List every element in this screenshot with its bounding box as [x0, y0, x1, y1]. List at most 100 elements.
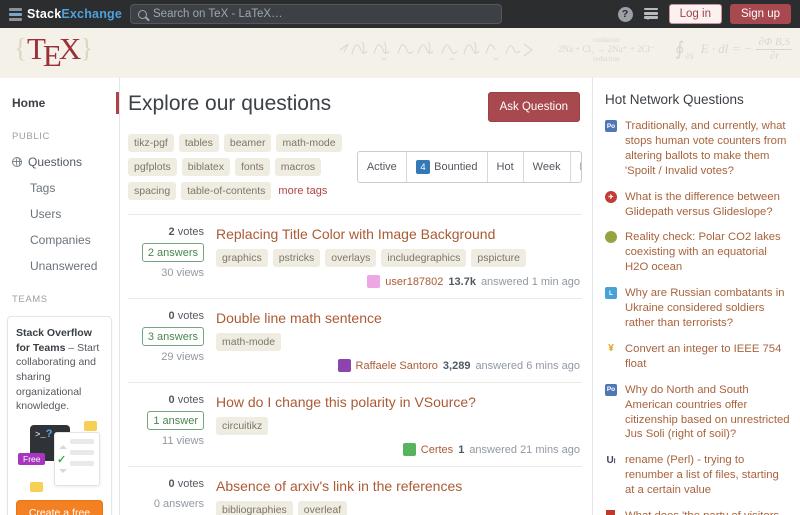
tag-pill[interactable]: tables — [179, 134, 219, 152]
tag-pill[interactable]: beamer — [224, 134, 272, 152]
sidebar-item-companies[interactable]: Companies — [0, 227, 119, 253]
filter-button[interactable]: Week — [523, 152, 570, 182]
tag-pill[interactable]: graphics — [216, 249, 268, 267]
sidebar-item-home[interactable]: Home — [0, 90, 119, 116]
home-label: Home — [12, 96, 45, 110]
public-section-label: PUBLIC — [0, 116, 119, 149]
search-input[interactable] — [153, 8, 494, 20]
question-tags: circuitikz — [216, 417, 582, 435]
filter-label: Hot — [497, 161, 514, 173]
user-avatar[interactable] — [338, 359, 351, 372]
login-button[interactable]: Log in — [669, 4, 722, 24]
question-row: 0 votes 1 answer 11 views How do I chang… — [128, 382, 582, 466]
tag-pill[interactable]: circuitikz — [216, 417, 268, 435]
filter-label: Bountied — [434, 161, 477, 173]
user-reputation: 13.7k — [448, 276, 476, 288]
top-bar: StackExchange ? Log in Sign up — [0, 0, 800, 28]
chat-bubble-icon — [84, 421, 97, 431]
tag-pill[interactable]: includegraphics — [381, 249, 466, 267]
filter-button[interactable]: Month — [570, 152, 582, 182]
user-name-link[interactable]: Certes — [421, 444, 453, 456]
answer-count: 0 answers — [154, 495, 204, 512]
tag-pill[interactable]: math-mode — [276, 134, 341, 152]
sidebar-item-tags[interactable]: Tags — [0, 175, 119, 201]
hot-question-link[interactable]: Convert an integer to IEEE 754 float — [625, 342, 790, 372]
user-avatar[interactable] — [367, 275, 380, 288]
question-title-link[interactable]: Absence of arxiv's link in the reference… — [216, 478, 582, 494]
question-title-link[interactable]: Replacing Title Color with Image Backgro… — [216, 226, 582, 242]
question-summary: Absence of arxiv's link in the reference… — [216, 478, 582, 515]
site-header: { TEX } oxidation — [0, 28, 800, 78]
tag-pill[interactable]: overleaf — [298, 501, 347, 515]
tag-pill[interactable]: macros — [275, 158, 321, 176]
stackexchange-logo-text: StackExchange — [27, 7, 122, 21]
answer-count: 2 answers — [142, 243, 204, 262]
site-icon-wrap: Po — [605, 383, 618, 443]
sidebar-item-unanswered[interactable]: Unanswered — [0, 253, 119, 279]
tag-pill[interactable]: fonts — [235, 158, 270, 176]
hot-question-link[interactable]: Why are Russian combatants in Ukraine co… — [625, 286, 790, 331]
tag-pill[interactable]: bibliographies — [216, 501, 293, 515]
user-reputation: 3,289 — [443, 360, 471, 372]
logo-brace: { — [14, 33, 27, 64]
tag-pill[interactable]: pgfplots — [128, 158, 177, 176]
tag-pill[interactable]: overlays — [325, 249, 376, 267]
tag-pill[interactable]: table-of-contents — [181, 182, 271, 200]
question-user-line: Raffaele Santoro 3,289 answered 6 mins a… — [216, 351, 580, 372]
hot-question-link[interactable]: Reality check: Polar CO2 lakes coexistin… — [625, 230, 790, 275]
ask-question-button[interactable]: Ask Question — [488, 92, 580, 122]
filter-group: Active 4 Bountied Hot Week Month — [357, 151, 582, 183]
filter-button[interactable]: Active — [358, 152, 406, 182]
filter-button[interactable]: Hot — [487, 152, 523, 182]
question-row: 2 votes 2 answers 30 views Replacing Tit… — [128, 214, 582, 298]
user-name-link[interactable]: Raffaele Santoro — [356, 360, 438, 372]
signup-button[interactable]: Sign up — [730, 4, 791, 24]
hot-question-link[interactable]: rename (Perl) - trying to renumber a lis… — [625, 453, 790, 498]
user-avatar[interactable] — [403, 443, 416, 456]
filter-label: Active — [367, 161, 397, 173]
questions-label: Questions — [28, 155, 82, 169]
tag-pill[interactable]: tikz-pgf — [128, 134, 174, 152]
hot-question-link[interactable]: Why do North and South American countrie… — [625, 383, 790, 443]
help-icon[interactable]: ? — [618, 7, 633, 22]
tag-pill[interactable]: spacing — [128, 182, 176, 200]
filter-button[interactable]: 4 Bountied — [406, 152, 487, 182]
user-reputation: 1 — [458, 444, 464, 456]
hot-question-link[interactable]: What does 'the party of visitors refer t… — [625, 509, 790, 515]
view-count: 30 views — [161, 267, 204, 279]
question-title-link[interactable]: Double line math sentence — [216, 310, 582, 326]
stacked-layers-icon — [9, 8, 22, 21]
tag-pill[interactable]: math-mode — [216, 333, 281, 351]
site-icon-wrap: ✈ — [605, 190, 618, 220]
more-tags-link[interactable]: more tags — [276, 182, 329, 200]
logo-brace: } — [80, 33, 93, 64]
aviation-icon: ✈ — [605, 191, 617, 203]
question-tags: math-mode — [216, 333, 582, 351]
tag-pill[interactable]: biblatex — [182, 158, 230, 176]
hot-question-item: Reality check: Polar CO2 lakes coexistin… — [605, 230, 790, 275]
tex-site-logo[interactable]: { TEX } — [14, 31, 93, 67]
question-summary: How do I change this polarity in VSource… — [216, 394, 582, 456]
tag-pill[interactable]: pspicture — [471, 249, 526, 267]
logo-tex-text: TEX — [27, 31, 80, 67]
left-sidebar: Home PUBLIC Questions Tags Users Compani… — [0, 78, 120, 515]
search-box[interactable] — [130, 4, 502, 24]
site-switcher-icon[interactable] — [644, 8, 658, 20]
header-math-decorations: oxidation 2Na + Cl₂ → 2Na⁺ + 2Cl⁻ reduct… — [338, 34, 792, 64]
sidebar-item-questions[interactable]: Questions — [0, 149, 119, 175]
free-badge: Free — [18, 453, 45, 465]
tag-filter-bar: tikz-pgf tables beamermath-mode pgfplots bib… — [128, 134, 582, 200]
hot-question-item: ¥ Convert an integer to IEEE 754 float — [605, 342, 790, 372]
politics-icon: Po — [605, 120, 617, 132]
create-team-button[interactable]: Create a free Team — [16, 500, 103, 515]
sidebar-item-users[interactable]: Users — [0, 201, 119, 227]
hot-question-link[interactable]: Traditionally, and currently, what stops… — [625, 119, 790, 179]
tag-pill[interactable]: pstricks — [273, 249, 321, 267]
worldbuilding-icon — [605, 231, 617, 243]
hot-question-item: What does 'the party of visitors refer t… — [605, 509, 790, 515]
stackexchange-logo[interactable]: StackExchange — [9, 7, 122, 21]
hot-question-link[interactable]: What is the difference between Glidepath… — [625, 190, 790, 220]
questions-main: Explore our questions Ask Question tikz-… — [120, 78, 593, 515]
question-title-link[interactable]: How do I change this polarity in VSource… — [216, 394, 582, 410]
user-name-link[interactable]: user187802 — [385, 276, 443, 288]
